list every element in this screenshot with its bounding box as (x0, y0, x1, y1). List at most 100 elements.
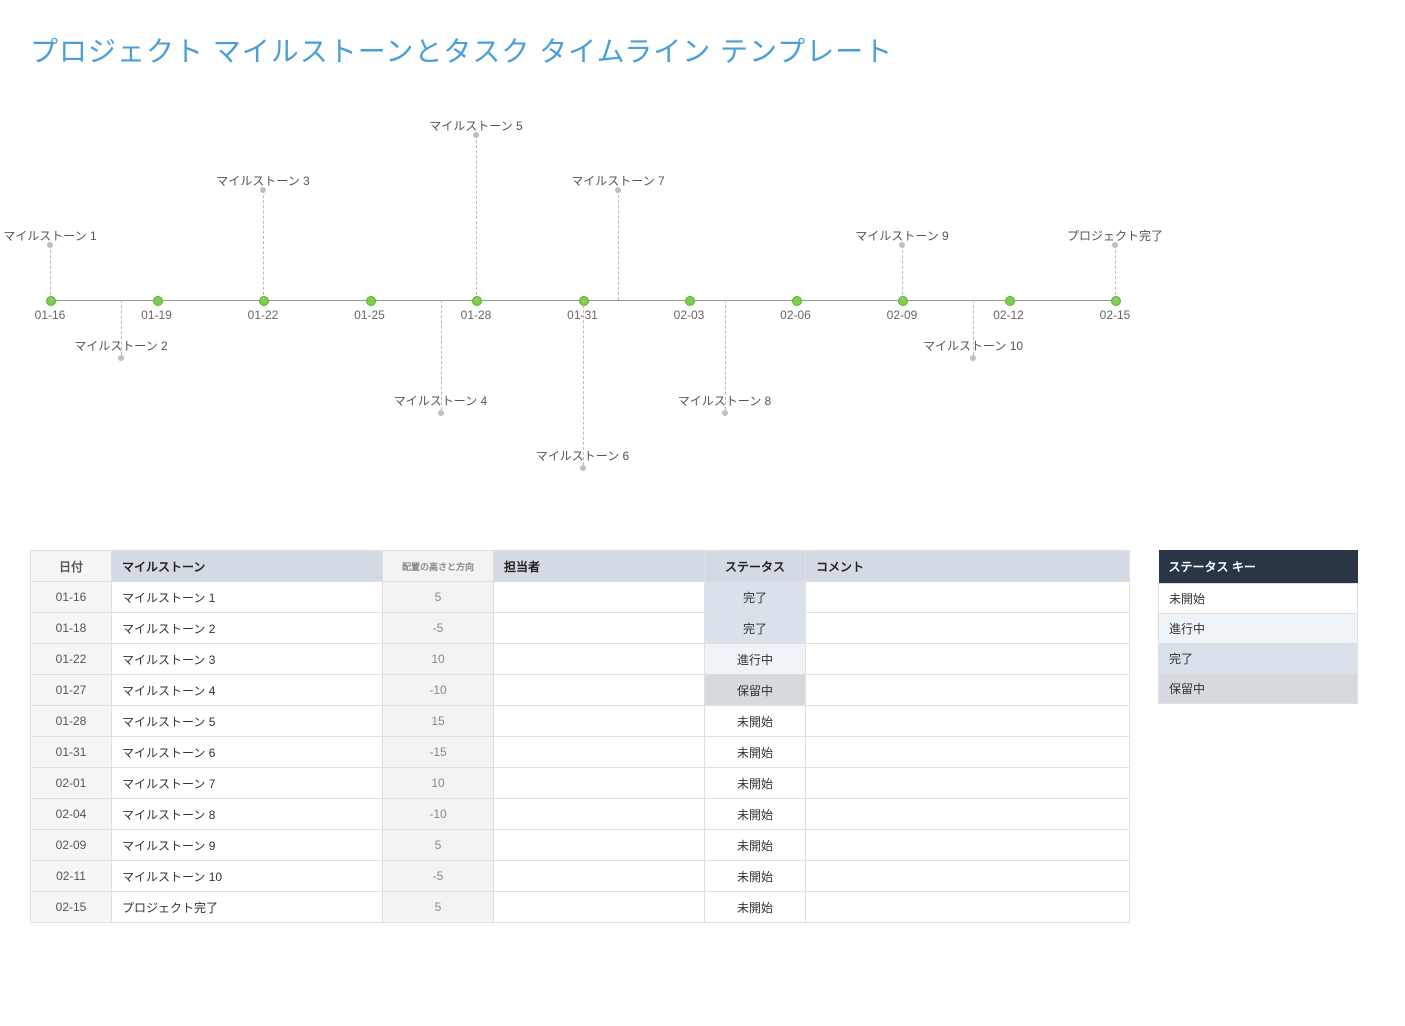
col-header-name: マイルストーン (112, 551, 383, 582)
cell-name: マイルストーン 6 (112, 737, 383, 768)
cell-height: 5 (383, 582, 494, 613)
axis-tick-dot (579, 296, 589, 306)
axis-tick-dot (153, 296, 163, 306)
milestone-label: マイルストーン 6 (536, 447, 629, 464)
milestone-stem (50, 245, 51, 300)
cell-date: 01-31 (31, 737, 112, 768)
cell-status: 未開始 (705, 861, 806, 892)
cell-name: プロジェクト完了 (112, 892, 383, 923)
cell-height: -15 (383, 737, 494, 768)
milestone-label: マイルストーン 1 (3, 227, 96, 244)
status-key-cell: 保留中 (1159, 674, 1358, 704)
status-key-title: ステータス キー (1159, 550, 1358, 584)
cell-owner (494, 644, 705, 675)
milestone-label: マイルストーン 10 (923, 337, 1023, 354)
axis-tick-dot (46, 296, 56, 306)
milestone-stem (583, 300, 584, 465)
milestone-stem (476, 135, 477, 300)
table-row: 02-01マイルストーン 710 未開始 (31, 768, 1130, 799)
table-row: 01-22マイルストーン 310進行中 (31, 644, 1130, 675)
milestone-label: マイルストーン 9 (855, 227, 948, 244)
cell-height: 15 (383, 706, 494, 737)
axis-tick-dot (685, 296, 695, 306)
milestone-table: 日付 マイルストーン 配置の高さと方向 担当者 ステータス コメント 01-16… (30, 550, 1130, 923)
cell-status: 保留中 (705, 675, 806, 706)
axis-tick-label: 02-06 (780, 308, 811, 322)
status-key-cell: 進行中 (1159, 614, 1358, 644)
cell-name: マイルストーン 1 (112, 582, 383, 613)
axis-tick-dot (472, 296, 482, 306)
table-row: 01-31マイルストーン 6-15 未開始 (31, 737, 1130, 768)
milestone-label: プロジェクト完了 (1067, 227, 1163, 244)
axis-tick-dot (1111, 296, 1121, 306)
axis-tick-label: 02-12 (993, 308, 1024, 322)
cell-height: 5 (383, 892, 494, 923)
axis-tick-dot (898, 296, 908, 306)
cell-date: 02-01 (31, 768, 112, 799)
cell-date: 01-18 (31, 613, 112, 644)
cell-owner (494, 675, 705, 706)
milestone-label: マイルストーン 8 (678, 392, 771, 409)
cell-height: -5 (383, 861, 494, 892)
col-header-status: ステータス (705, 551, 806, 582)
table-row: 02-11マイルストーン 10-5未開始 (31, 861, 1130, 892)
table-row: 01-27マイルストーン 4-10保留中 (31, 675, 1130, 706)
milestone-end-dot (970, 355, 976, 361)
cell-owner (494, 582, 705, 613)
milestone-label: マイルストーン 2 (74, 337, 167, 354)
cell-name: マイルストーン 8 (112, 799, 383, 830)
cell-status: 未開始 (705, 768, 806, 799)
cell-height: -10 (383, 675, 494, 706)
status-key-body: 未開始進行中完了保留中 (1159, 584, 1358, 704)
milestone-stem (902, 245, 903, 300)
cell-status: 未開始 (705, 830, 806, 861)
cell-height: 10 (383, 768, 494, 799)
axis-tick-dot (1005, 296, 1015, 306)
cell-date: 01-16 (31, 582, 112, 613)
table-row: 02-04マイルストーン 8-10未開始 (31, 799, 1130, 830)
page-title: プロジェクト マイルストーンとタスク タイムライン テンプレート (30, 30, 1375, 70)
cell-date: 02-15 (31, 892, 112, 923)
cell-comment (806, 799, 1130, 830)
cell-comment (806, 768, 1130, 799)
cell-name: マイルストーン 7 (112, 768, 383, 799)
status-key-row: 未開始 (1159, 584, 1358, 614)
axis-tick-label: 01-16 (35, 308, 66, 322)
timeline-chart: 01-1601-1901-2201-2501-2801-3102-0302-06… (30, 100, 1375, 520)
status-key-row: 完了 (1159, 644, 1358, 674)
cell-owner (494, 892, 705, 923)
cell-date: 01-27 (31, 675, 112, 706)
milestone-label: マイルストーン 7 (571, 172, 664, 189)
col-header-owner: 担当者 (494, 551, 705, 582)
table-row: 01-16マイルストーン 15完了 (31, 582, 1130, 613)
cell-status: 未開始 (705, 706, 806, 737)
cell-height: -5 (383, 613, 494, 644)
col-header-date: 日付 (31, 551, 112, 582)
milestone-table-body: 01-16マイルストーン 15完了01-18マイルストーン 2-5完了01-22… (31, 582, 1130, 923)
axis-tick-label: 01-28 (461, 308, 492, 322)
cell-date: 02-09 (31, 830, 112, 861)
cell-comment (806, 582, 1130, 613)
cell-owner (494, 706, 705, 737)
cell-date: 02-11 (31, 861, 112, 892)
cell-comment (806, 737, 1130, 768)
cell-date: 01-28 (31, 706, 112, 737)
cell-date: 02-04 (31, 799, 112, 830)
axis-tick-label: 01-25 (354, 308, 385, 322)
table-row: 02-09マイルストーン 95未開始 (31, 830, 1130, 861)
axis-tick-label: 01-19 (141, 308, 172, 322)
cell-status: 未開始 (705, 799, 806, 830)
cell-comment (806, 861, 1130, 892)
cell-name: マイルストーン 5 (112, 706, 383, 737)
milestone-end-dot (118, 355, 124, 361)
cell-owner (494, 830, 705, 861)
axis-tick-dot (259, 296, 269, 306)
cell-owner (494, 768, 705, 799)
col-header-comment: コメント (806, 551, 1130, 582)
milestone-label: マイルストーン 4 (394, 392, 487, 409)
cell-status: 未開始 (705, 737, 806, 768)
cell-comment (806, 706, 1130, 737)
axis-tick-label: 01-22 (248, 308, 279, 322)
cell-date: 01-22 (31, 644, 112, 675)
milestone-end-dot (580, 465, 586, 471)
